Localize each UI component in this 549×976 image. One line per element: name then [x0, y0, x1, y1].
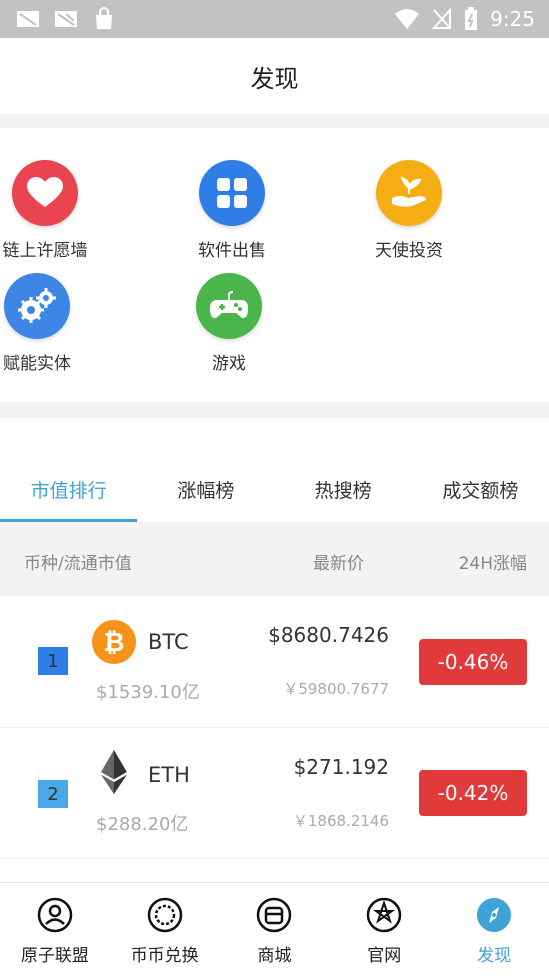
- coin-symbol: BTC: [148, 630, 189, 654]
- battery-icon: [465, 7, 478, 30]
- grid-item-wish-wall[interactable]: 链上许愿墙: [0, 160, 105, 261]
- nav-item-exchange[interactable]: 币币兑换: [110, 883, 220, 976]
- nav-label: 原子联盟: [20, 946, 89, 966]
- gears-icon: [4, 273, 70, 339]
- tab-label: 热搜榜: [314, 480, 372, 502]
- bitcoin-icon: ₿: [92, 620, 136, 664]
- tab-label: 成交额榜: [442, 480, 519, 502]
- grid-item-empower-entity[interactable]: 赋能实体: [0, 273, 97, 374]
- notification-icon: [55, 11, 77, 27]
- wifi-icon: [395, 9, 420, 29]
- divider: [0, 402, 549, 418]
- divider: [0, 114, 549, 128]
- coin-symbol: ETH: [148, 763, 190, 787]
- compass-icon: [477, 898, 512, 932]
- grid-item-games[interactable]: 游戏: [169, 273, 289, 374]
- grid-item-software-sale[interactable]: 软件出售: [172, 160, 292, 261]
- nav-label: 币币兑换: [130, 946, 199, 966]
- grid-item-label: 软件出售: [198, 241, 266, 261]
- price-usd: $271.192: [293, 755, 389, 779]
- tab-market-cap[interactable]: 市值排行: [0, 452, 138, 522]
- grid-item-angel-investment[interactable]: 天使投资: [349, 160, 469, 261]
- table-header: 币种/流通市值 最新价 24H涨幅: [0, 522, 549, 596]
- feature-grid: 链上许愿墙 软件出售 天使投资 赋能实体 游戏: [0, 128, 549, 402]
- hand-sprout-icon: [376, 160, 442, 226]
- price-cny: ￥1868.2146: [292, 812, 389, 830]
- person-icon: [37, 897, 73, 933]
- heart-icon: [12, 160, 78, 226]
- ethereum-icon: [101, 750, 127, 794]
- shopping-bag-icon: [96, 7, 112, 29]
- exchange-icon: [147, 897, 182, 933]
- grid-item-label: 天使投资: [375, 241, 443, 261]
- change-badge: -0.42%: [419, 770, 527, 816]
- nav-label: 发现: [477, 946, 512, 966]
- clock: 9:25: [490, 7, 535, 31]
- svg-text:₿: ₿: [103, 628, 124, 658]
- column-header-change: 24H涨幅: [458, 554, 527, 574]
- table-row[interactable]: 2 ETH $288.20亿 $271.192 ￥1868.2146 -0.42…: [0, 728, 549, 859]
- no-signal-icon: [432, 8, 452, 29]
- market-cap: $288.20亿: [96, 814, 189, 835]
- column-header-coin: 币种/流通市值: [24, 554, 132, 574]
- nav-item-website[interactable]: 官网: [329, 883, 439, 976]
- notification-icon: [17, 11, 39, 27]
- tab-trending[interactable]: 热搜榜: [275, 452, 412, 522]
- apps-grid-icon: [199, 160, 265, 226]
- tab-gainers[interactable]: 涨幅榜: [137, 452, 274, 522]
- table-row[interactable]: 1 ₿ BTC $1539.10亿 $8680.7426 ￥59800.7677…: [0, 597, 549, 728]
- page-header: 发现: [0, 38, 549, 114]
- nav-item-atom-alliance[interactable]: 原子联盟: [0, 883, 110, 976]
- nav-item-shop[interactable]: 商城: [220, 883, 330, 976]
- grid-item-label: 游戏: [212, 354, 246, 374]
- gamepad-icon: [196, 273, 262, 339]
- ranking-tabs: 市值排行 涨幅榜 热搜榜 成交额榜: [0, 452, 549, 522]
- column-header-price: 最新价: [313, 554, 364, 574]
- shop-icon: [257, 897, 292, 933]
- nav-label: 商城: [257, 946, 292, 966]
- grid-item-label: 赋能实体: [3, 354, 71, 374]
- nav-label: 官网: [367, 946, 402, 966]
- nav-item-discover[interactable]: 发现: [439, 883, 549, 976]
- market-cap: $1539.10亿: [96, 682, 200, 703]
- grid-item-label: 链上许愿墙: [2, 241, 88, 261]
- price-cny: ￥59800.7677: [283, 680, 389, 698]
- rank-badge: 2: [38, 780, 68, 808]
- price-usd: $8680.7426: [268, 623, 389, 647]
- page-title: 发现: [250, 64, 299, 93]
- bottom-nav: 原子联盟 币币兑换 商城 官网 发现: [0, 882, 549, 976]
- website-icon: [367, 897, 402, 933]
- tab-volume[interactable]: 成交额榜: [412, 452, 549, 522]
- change-badge: -0.46%: [419, 639, 527, 685]
- rank-badge: 1: [38, 647, 68, 675]
- tab-label: 市值排行: [30, 480, 107, 502]
- status-bar: 9:25: [0, 0, 549, 38]
- tab-label: 涨幅榜: [177, 480, 235, 502]
